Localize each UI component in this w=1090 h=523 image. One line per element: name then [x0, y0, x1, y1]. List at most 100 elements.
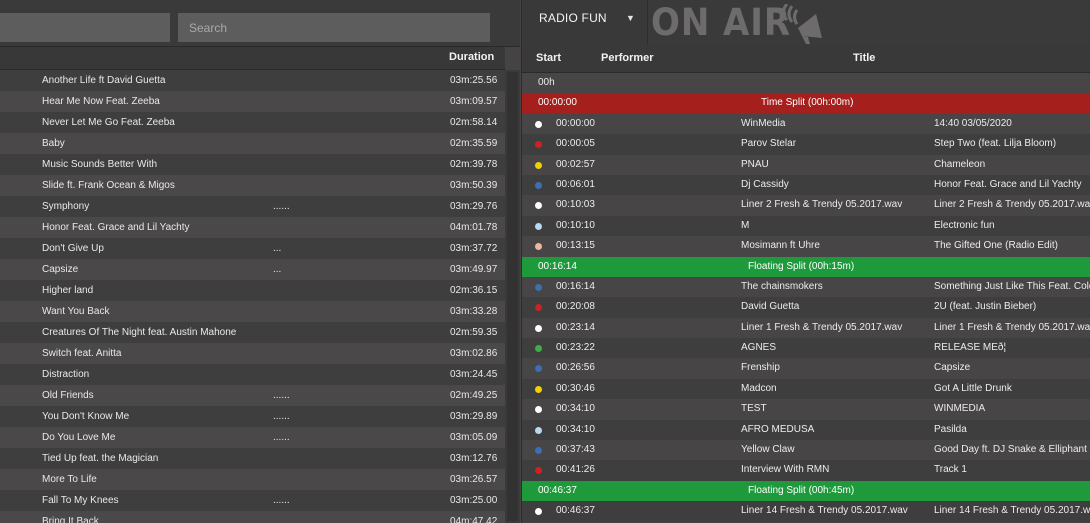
library-track-row[interactable]: Creatures Of The Night feat. Austin Maho…	[0, 322, 505, 343]
item-title: Liner 14 Fresh & Trendy 05.2017.wav	[934, 505, 1090, 517]
library-track-row[interactable]: Another Life ft David Guetta 03m:25.56	[0, 70, 505, 91]
search-input[interactable]	[178, 13, 490, 42]
status-dot-icon	[535, 222, 542, 230]
item-performer: TEST	[741, 403, 767, 415]
track-title: Bring It Back	[42, 516, 99, 523]
playlist-item-row[interactable]: 00:34:10 TEST WINMEDIA	[522, 399, 1090, 420]
track-duration: 03m:37.72	[450, 243, 498, 254]
track-duration: 03m:29.89	[450, 411, 498, 422]
track-title: More To Life	[42, 474, 97, 485]
status-dot-icon	[535, 283, 542, 291]
item-title: Chameleon	[934, 158, 986, 170]
item-performer: Liner 14 Fresh & Trendy 05.2017.wav	[741, 505, 908, 517]
playlist-item-row[interactable]: 00:46:37 Liner 14 Fresh & Trendy 05.2017.…	[522, 501, 1090, 522]
playlist-item-row[interactable]: 00:30:46 Madcon Got A Little Drunk	[522, 378, 1090, 400]
playlist-item-row[interactable]: 00:37:43 Yellow Claw Good Day ft. DJ Snake…	[522, 440, 1090, 461]
start-column-header[interactable]: Start	[536, 52, 561, 64]
status-dot-icon	[535, 141, 542, 149]
library-track-row[interactable]: Don't Give Up... 03m:37.72	[0, 238, 505, 259]
track-title: Higher land	[42, 285, 94, 296]
playlist-item-row[interactable]: 00:34:10 AFRO MEDUSA Pasilda	[522, 419, 1090, 441]
item-title: Pasilda	[934, 423, 967, 435]
item-title: 2U (feat. Justin Bieber)	[934, 301, 1037, 313]
playlist-item-row[interactable]: 00:10:03 Liner 2 Fresh & Trendy 05.2017.w…	[522, 195, 1090, 216]
status-dot-icon	[535, 447, 542, 455]
status-dot-icon	[535, 365, 542, 373]
station-name: RADIO FUN	[539, 11, 607, 25]
playlist-item-row[interactable]: 00:00:00 WinMedia 14:40 03/05/2020	[522, 113, 1090, 135]
duration-column-header[interactable]: Duration	[449, 51, 494, 63]
playlist-item-row[interactable]: 00:26:56 Frenship Capsize	[522, 358, 1090, 379]
library-scrollbar-thumb[interactable]	[507, 72, 518, 521]
track-title: Switch feat. Anitta	[42, 348, 122, 359]
item-title: Step Two (feat. Lilja Bloom)	[934, 138, 1057, 150]
split-row[interactable]: 00:46:37 Floating Split (00h:45m)	[522, 480, 1090, 502]
split-start-time: 00:46:37	[538, 484, 577, 496]
track-extra: ......	[273, 432, 290, 443]
split-row[interactable]: 00:00:00 Time Split (00h:00m)	[522, 93, 1090, 114]
track-duration: 03m:24.45	[450, 369, 498, 380]
title-column-header[interactable]: Title	[853, 52, 875, 64]
item-title: Track 1	[934, 464, 967, 476]
library-track-row[interactable]: Want You Back 03m:33.28	[0, 301, 505, 322]
item-start-time: 00:30:46	[556, 382, 595, 394]
playlist-item-row[interactable]: 00:00:05 Parov Stelar Step Two (feat. Lilj…	[522, 134, 1090, 155]
item-title: Something Just Like This Feat. Coldplay	[934, 280, 1090, 292]
library-track-row[interactable]: Bring It Back 04m:47.42	[0, 511, 505, 523]
track-duration: 03m:26.57	[450, 474, 498, 485]
track-duration: 02m:35.59	[450, 138, 498, 149]
item-start-time: 00:02:57	[556, 158, 595, 170]
library-track-row[interactable]: Baby 02m:35.59	[0, 133, 505, 154]
item-start-time: 00:00:00	[556, 117, 595, 129]
item-title: Capsize	[934, 362, 971, 374]
library-track-row[interactable]: Symphony...... 03m:29.76	[0, 196, 505, 217]
library-track-row[interactable]: Distraction 03m:24.45	[0, 364, 505, 385]
playlist-item-row[interactable]: 00:41:26 Interview With RMN Track 1	[522, 460, 1090, 481]
playlist-item-row[interactable]: 00:10:10 M Electronic fun	[522, 215, 1090, 237]
item-performer: Liner 2 Fresh & Trendy 05.2017.wav	[741, 199, 903, 211]
library-track-row[interactable]: Switch feat. Anitta 03m:02.86	[0, 343, 505, 364]
library-track-row[interactable]: Higher land 02m:36.15	[0, 280, 505, 301]
item-performer: WinMedia	[741, 117, 786, 129]
library-track-row[interactable]: Capsize... 03m:49.97	[0, 259, 505, 280]
item-performer: Yellow Claw	[741, 444, 795, 456]
library-track-row[interactable]: More To Life 03m:26.57	[0, 469, 505, 490]
megaphone-icon	[782, 4, 822, 44]
library-track-row[interactable]: Honor Feat. Grace and Lil Yachty 04m:01.7…	[0, 217, 505, 238]
library-track-row[interactable]: Never Let Me Go Feat. Zeeba 02m:58.14	[0, 112, 505, 133]
station-selector[interactable]: RADIO FUN ▼	[522, 0, 648, 44]
item-start-time: 00:10:03	[556, 199, 595, 211]
track-title: Slide ft. Frank Ocean & Migos	[42, 180, 175, 191]
library-track-row[interactable]: Fall To My Knees...... 03m:25.00	[0, 490, 505, 511]
playlist-item-row[interactable]: 00:23:14 Liner 1 Fresh & Trendy 05.2017.w…	[522, 317, 1090, 339]
hour-label: 00h	[538, 77, 555, 88]
library-track-row[interactable]: Hear Me Now Feat. Zeeba 03m:09.57	[0, 91, 505, 112]
item-start-time: 00:06:01	[556, 178, 595, 190]
track-duration: 03m:50.39	[450, 180, 498, 191]
library-track-row[interactable]: Do You Love Me...... 03m:05.09	[0, 427, 505, 448]
track-extra: ......	[273, 411, 290, 422]
library-scrollbar[interactable]	[505, 70, 520, 523]
playlist-item-row[interactable]: 00:06:01 Dj Cassidy Honor Feat. Grace and …	[522, 174, 1090, 196]
status-dot-icon	[535, 345, 542, 353]
library-track-row[interactable]: You Don't Know Me...... 03m:29.89	[0, 406, 505, 427]
library-track-row[interactable]: Music Sounds Better With 02m:39.78	[0, 154, 505, 175]
track-title: Do You Love Me	[42, 432, 116, 443]
library-track-row[interactable]: Tied Up feat. the Magician 03m:12.76	[0, 448, 505, 469]
split-row[interactable]: 00:16:14 Floating Split (00h:15m)	[522, 256, 1090, 277]
playlist-item-row[interactable]: 00:02:57 PNAU Chameleon	[522, 154, 1090, 175]
playlist-item-row[interactable]: 00:13:15 Mosimann ft Uhre The Gifted One (…	[522, 236, 1090, 257]
playlist-item-row[interactable]: 00:23:22 AGNES RELEASE MEð¦	[522, 338, 1090, 359]
filter-field[interactable]	[0, 13, 170, 42]
status-dot-icon	[535, 508, 542, 516]
track-duration: 04m:01.78	[450, 222, 498, 233]
playlist-item-row[interactable]: 00:16:14 The chainsmokers Something Just L…	[522, 276, 1090, 298]
status-dot-icon	[535, 426, 542, 434]
playlist-item-row[interactable]: 00:20:08 David Guetta 2U (feat. Justin Bie…	[522, 297, 1090, 318]
library-track-row[interactable]: Old Friends...... 02m:49.25	[0, 385, 505, 406]
library-track-row[interactable]: Slide ft. Frank Ocean & Migos 03m:50.39	[0, 175, 505, 196]
hour-marker-row[interactable]: 00h	[522, 73, 1090, 94]
performer-column-header[interactable]: Performer	[601, 52, 654, 64]
track-title: You Don't Know Me	[42, 411, 130, 422]
item-title: Honor Feat. Grace and Lil Yachty	[934, 178, 1082, 190]
